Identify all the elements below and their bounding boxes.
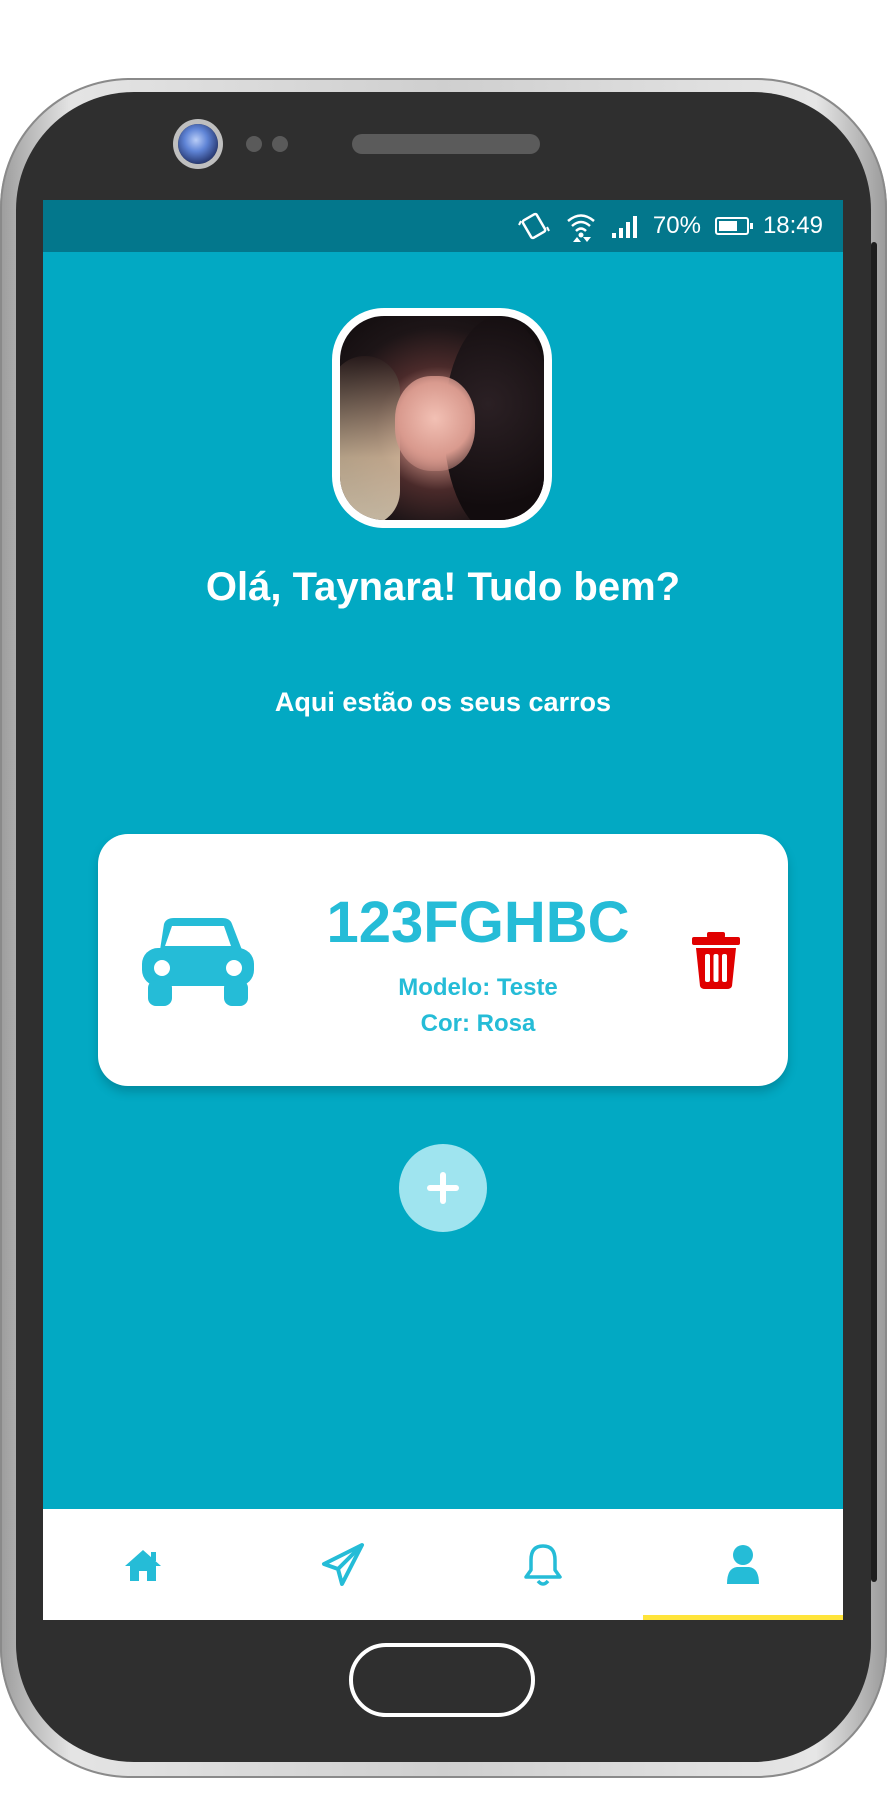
send-icon bbox=[322, 1542, 364, 1586]
bottom-navigation bbox=[43, 1509, 843, 1620]
nav-send[interactable] bbox=[243, 1509, 443, 1620]
proximity-sensor bbox=[246, 136, 262, 152]
car-model: Modelo: Teste bbox=[398, 974, 558, 1001]
battery-icon bbox=[714, 217, 753, 235]
plus-icon bbox=[427, 1172, 459, 1204]
greeting-title: Olá, Taynara! Tudo bem? bbox=[205, 565, 681, 609]
front-camera bbox=[178, 124, 218, 164]
vibrate-icon bbox=[517, 209, 551, 243]
nav-profile[interactable] bbox=[643, 1509, 843, 1620]
signal-icon bbox=[611, 213, 639, 239]
user-icon bbox=[727, 1544, 759, 1584]
trash-icon[interactable] bbox=[690, 930, 742, 990]
light-sensor bbox=[272, 136, 288, 152]
page: 70% 18:49 Olá, Taynara! Tudo bem? Aqui e… bbox=[0, 0, 887, 1820]
side-button bbox=[871, 242, 877, 1582]
bell-icon bbox=[524, 1543, 562, 1586]
car-plate: 123FGHBC bbox=[326, 890, 630, 955]
battery-percent: 70% bbox=[652, 212, 701, 239]
add-car-button[interactable] bbox=[399, 1144, 487, 1232]
home-hardware-button[interactable] bbox=[349, 1643, 535, 1717]
wifi-icon bbox=[565, 209, 597, 243]
earpiece-speaker bbox=[352, 134, 540, 154]
app-screen: 70% 18:49 Olá, Taynara! Tudo bem? Aqui e… bbox=[43, 200, 843, 1620]
car-icon bbox=[142, 918, 254, 1006]
nav-home[interactable] bbox=[43, 1509, 243, 1620]
car-card[interactable]: 123FGHBC Modelo: Teste Cor: Rosa bbox=[98, 834, 788, 1086]
car-color: Cor: Rosa bbox=[420, 1010, 536, 1037]
nav-notifications[interactable] bbox=[443, 1509, 643, 1620]
status-bar: 70% 18:49 bbox=[43, 200, 843, 252]
home-icon bbox=[125, 1549, 161, 1581]
cars-subtitle: Aqui estão os seus carros bbox=[274, 687, 612, 717]
clock: 18:49 bbox=[762, 212, 823, 239]
avatar[interactable] bbox=[332, 308, 552, 528]
